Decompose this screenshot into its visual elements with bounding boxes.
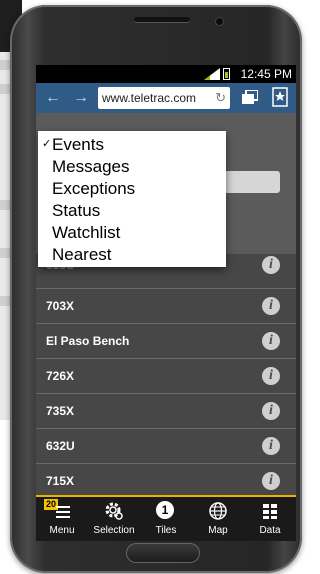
back-arrow-icon[interactable]: ← xyxy=(44,89,62,107)
search-button[interactable] xyxy=(222,171,280,193)
info-icon[interactable]: i xyxy=(262,472,280,490)
tiles-label: Tiles xyxy=(155,525,177,536)
url-field[interactable]: www.teletrac.com ↻ xyxy=(98,87,230,109)
list-item-label: El Paso Bench xyxy=(46,334,130,348)
info-icon[interactable]: i xyxy=(262,367,280,385)
list-item[interactable]: 726X i xyxy=(36,359,296,394)
browser-url-bar: ← → www.teletrac.com ↻ xyxy=(36,83,296,113)
data-grid-icon xyxy=(263,504,277,519)
map-button[interactable]: Map xyxy=(192,497,244,541)
globe-icon xyxy=(209,502,227,520)
signal-icon xyxy=(204,68,220,80)
info-icon[interactable]: i xyxy=(262,332,280,350)
menu-item-exceptions[interactable]: Exceptions xyxy=(52,179,135,199)
vehicle-list: 633U i 703X i El Paso Bench i 726X i 735… xyxy=(36,254,296,499)
phone-body: 12:45 PM ← → www.teletrac.com ↻ i 703X i… xyxy=(10,5,302,573)
menu-item-events[interactable]: Events xyxy=(52,135,104,155)
gear-icon xyxy=(105,502,123,520)
list-item-label: 703X xyxy=(46,299,75,313)
menu-label: Menu xyxy=(49,525,75,536)
status-bar: 12:45 PM xyxy=(36,65,296,83)
list-item[interactable]: 632U i xyxy=(36,429,296,464)
tabs-icon[interactable] xyxy=(242,90,258,104)
bottom-toolbar: 20 Menu Selection 1 Tiles Map Data xyxy=(36,495,296,541)
selection-button[interactable]: Selection xyxy=(88,497,140,541)
tiles-count-icon: 1 xyxy=(156,501,174,519)
menu-item-messages[interactable]: Messages xyxy=(52,157,129,177)
list-item-label: 726X xyxy=(46,369,75,383)
status-time: 12:45 PM xyxy=(240,67,292,81)
front-camera xyxy=(216,18,223,25)
menu-item-status[interactable]: Status xyxy=(52,201,100,221)
list-item[interactable]: El Paso Bench i xyxy=(36,324,296,359)
reload-icon[interactable]: ↻ xyxy=(215,87,226,109)
menu-button[interactable]: 20 Menu xyxy=(36,497,88,541)
bookmark-icon[interactable] xyxy=(272,87,288,107)
menu-item-nearest[interactable]: Nearest xyxy=(52,245,112,265)
forward-arrow-icon[interactable]: → xyxy=(72,89,90,107)
tiles-button[interactable]: 1 Tiles xyxy=(140,497,192,541)
data-label: Data xyxy=(259,525,281,536)
list-item[interactable]: 735X i xyxy=(36,394,296,429)
earpiece xyxy=(134,17,190,22)
info-icon[interactable]: i xyxy=(262,297,280,315)
info-icon[interactable]: i xyxy=(262,256,280,274)
list-item-label: 715X xyxy=(46,474,75,488)
data-button[interactable]: Data xyxy=(244,497,296,541)
hamburger-icon xyxy=(56,506,70,518)
info-icon[interactable]: i xyxy=(262,437,280,455)
phone-screen: 12:45 PM ← → www.teletrac.com ↻ i 703X i… xyxy=(36,65,296,541)
list-item[interactable]: 715X i xyxy=(36,464,296,499)
list-item-label: 632U xyxy=(46,439,75,453)
info-icon[interactable]: i xyxy=(262,402,280,420)
view-dropdown-menu: ✓ Events Messages Exceptions Status Watc… xyxy=(38,131,226,267)
selection-label: Selection xyxy=(93,525,135,536)
menu-item-watchlist[interactable]: Watchlist xyxy=(52,223,120,243)
map-label: Map xyxy=(208,525,228,536)
battery-icon xyxy=(223,68,230,80)
home-button[interactable] xyxy=(126,543,200,563)
checkmark-icon: ✓ xyxy=(42,138,52,150)
list-item-label: 735X xyxy=(46,404,75,418)
url-text: www.teletrac.com xyxy=(102,91,197,105)
list-item[interactable]: 703X i xyxy=(36,289,296,324)
